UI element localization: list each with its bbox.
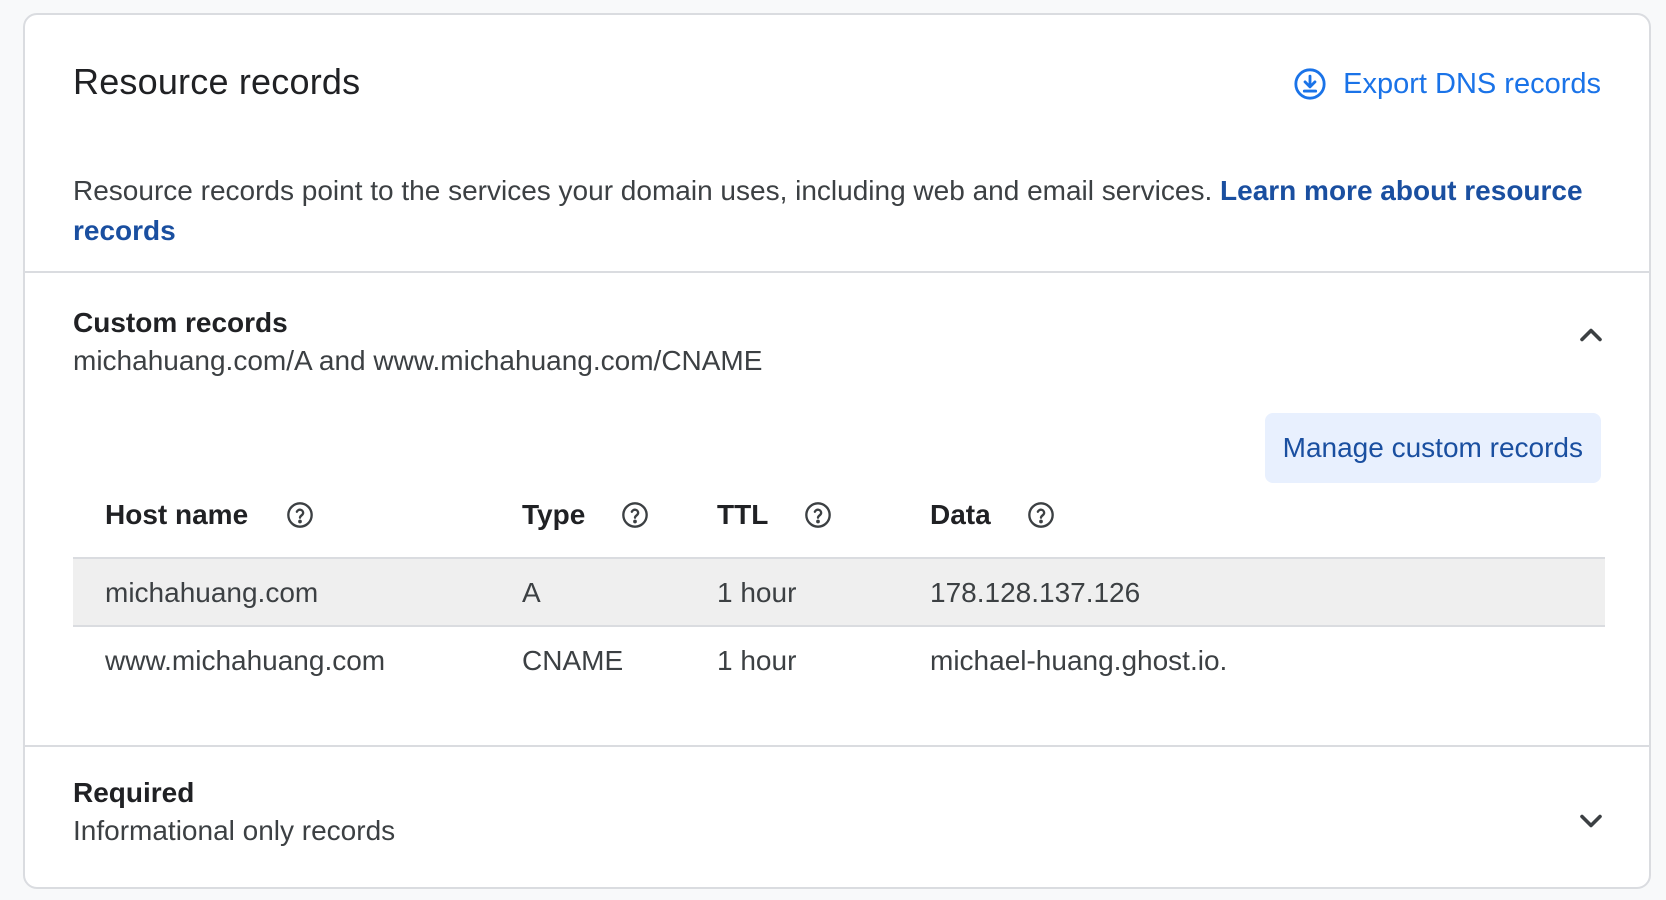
collapse-custom-records-toggle[interactable] [1573,317,1609,353]
chevron-up-icon [1573,317,1609,353]
column-header-type: Type [522,499,649,531]
column-header-data: Data [930,499,1055,531]
cell-type: CNAME [522,645,624,676]
column-header-label: Type [522,499,586,530]
cell-ttl: 1 hour [717,645,797,676]
column-header-ttl: TTL [717,499,832,531]
cell-host-name: www.michahuang.com [105,645,386,676]
column-header-label: Host name [105,499,249,530]
page-title: Resource records [73,61,361,102]
required-records-title: Required [73,777,195,808]
chevron-down-icon [1573,803,1609,839]
cell-host-name: michahuang.com [105,577,319,608]
manage-custom-records-button[interactable]: Manage custom records [1264,413,1601,483]
table-row[interactable]: www.michahuang.com CNAME 1 hour michael-… [73,627,1605,695]
help-circle-icon[interactable] [804,501,832,529]
custom-records-section: Custom records michahuang.com/A and www.… [25,273,1649,747]
custom-records-summary: michahuang.com/A and www.michahuang.com/… [73,345,763,376]
column-header-host-name: Host name [105,499,314,531]
resource-records-header: Resource records Export DNS records Reso… [25,15,1649,273]
required-records-section[interactable]: Required Informational only records [25,747,1649,887]
custom-records-table: Host name Type TTL Data michahuang.com A… [73,485,1605,695]
expand-required-records-toggle[interactable] [1573,803,1609,839]
export-dns-records-button[interactable]: Export DNS records [1293,67,1601,101]
custom-records-title: Custom records [73,307,288,338]
help-circle-icon[interactable] [621,501,649,529]
resource-records-description: Resource records point to the services y… [73,171,1603,251]
column-header-label: TTL [717,499,769,530]
resource-records-card: Resource records Export DNS records Reso… [23,13,1651,889]
cell-data: michael-huang.ghost.io. [930,645,1228,676]
download-circle-icon [1293,67,1327,101]
description-text: Resource records point to the services y… [73,175,1213,206]
table-row[interactable]: michahuang.com A 1 hour 178.128.137.126 [73,559,1605,627]
cell-type: A [522,577,541,608]
table-header-row: Host name Type TTL Data [73,485,1605,559]
help-circle-icon[interactable] [286,501,314,529]
required-records-summary: Informational only records [73,815,396,846]
export-dns-records-label: Export DNS records [1343,67,1601,100]
cell-ttl: 1 hour [717,577,797,608]
help-circle-icon[interactable] [1027,501,1055,529]
cell-data: 178.128.137.126 [930,577,1141,608]
column-header-label: Data [930,499,991,530]
